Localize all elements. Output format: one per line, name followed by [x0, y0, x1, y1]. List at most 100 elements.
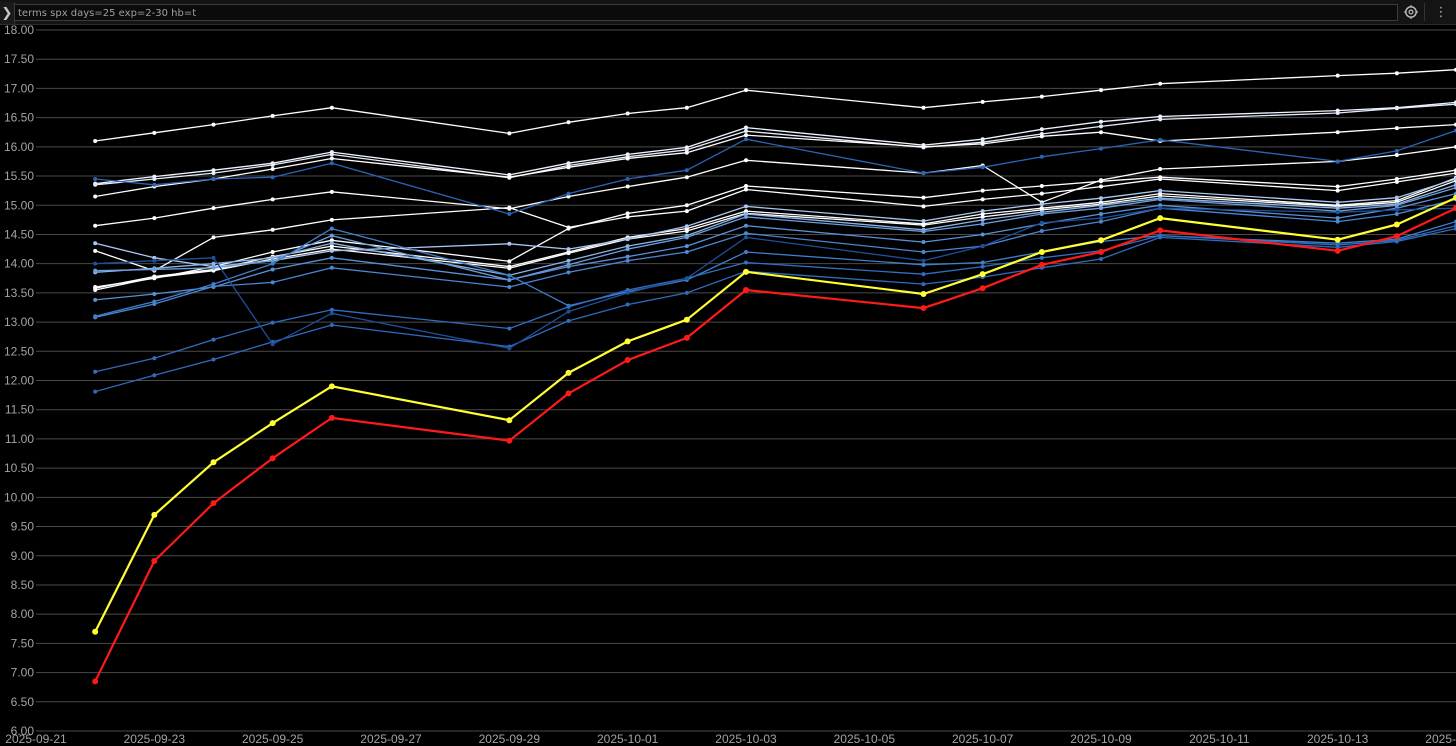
gear-icon[interactable] [1402, 3, 1420, 21]
data-point [1039, 94, 1044, 99]
chart-series [92, 67, 1456, 685]
data-point [506, 417, 513, 424]
series-line [94, 207, 1456, 682]
data-point [744, 231, 748, 236]
y-tick-label: 17.50 [4, 52, 34, 66]
data-point [980, 197, 985, 202]
data-point [211, 176, 216, 181]
term-structure-chart: 6.006.507.007.508.008.509.009.5010.0010.… [4, 24, 1456, 746]
data-point [625, 211, 630, 216]
data-point [1394, 207, 1399, 212]
data-point [329, 189, 334, 194]
data-point [565, 369, 572, 376]
x-tick-label: 2025-10-07 [952, 732, 1014, 746]
data-point [1158, 176, 1163, 181]
series-line [94, 196, 1456, 633]
data-point [152, 258, 157, 263]
y-axis-labels: 6.006.507.007.508.008.509.009.5010.0010.… [4, 24, 34, 738]
data-point [93, 241, 98, 246]
data-point [1335, 188, 1340, 193]
command-input[interactable]: terms spx days=25 exp=2-30 hb=t [14, 4, 1398, 21]
data-point [211, 261, 216, 266]
data-point [625, 237, 630, 242]
data-point [625, 290, 630, 295]
series-line [95, 227, 1456, 393]
data-point [152, 182, 157, 187]
data-point [980, 141, 985, 146]
data-point [1394, 212, 1399, 217]
data-point [1099, 146, 1103, 151]
y-tick-label: 16.50 [4, 111, 34, 125]
data-point [1335, 130, 1340, 135]
data-point [152, 299, 157, 304]
y-tick-label: 17.00 [4, 81, 34, 95]
data-point [921, 144, 926, 149]
data-point [93, 138, 98, 143]
x-tick-label: 2025-10-13 [1307, 732, 1369, 746]
data-point [152, 216, 157, 221]
data-point [744, 187, 748, 192]
data-point [566, 251, 571, 256]
data-point [270, 175, 275, 180]
data-point [1099, 212, 1103, 217]
data-point [329, 323, 334, 328]
y-tick-label: 13.00 [4, 315, 34, 329]
data-point [566, 318, 571, 323]
data-point [93, 194, 98, 199]
data-point [211, 265, 216, 270]
data-point [270, 320, 275, 325]
data-point [921, 249, 926, 254]
data-point [507, 266, 512, 271]
data-point [744, 137, 748, 142]
data-point [1335, 73, 1340, 78]
data-point [744, 235, 748, 240]
data-point [270, 342, 275, 347]
data-point [744, 183, 748, 188]
data-point [1394, 126, 1399, 131]
data-point [93, 248, 98, 253]
data-point [1158, 81, 1163, 86]
data-point [566, 165, 571, 170]
data-point [1157, 215, 1164, 222]
data-point [270, 261, 275, 266]
data-point [921, 223, 926, 228]
y-tick-label: 8.00 [11, 607, 35, 621]
data-point [1335, 210, 1340, 215]
data-point [1099, 124, 1103, 129]
data-point [92, 628, 99, 635]
data-point [507, 259, 512, 264]
data-point [684, 150, 689, 155]
vertical-ellipsis-icon[interactable]: ⋮ [1428, 3, 1454, 21]
y-tick-label: 7.50 [11, 636, 35, 650]
data-point [1335, 184, 1340, 189]
data-point [920, 305, 927, 312]
data-point [566, 258, 571, 263]
data-point [1158, 188, 1163, 193]
data-point [921, 258, 926, 263]
data-point [1039, 220, 1044, 225]
data-point [328, 383, 335, 390]
data-point [269, 420, 276, 427]
data-point [1039, 202, 1044, 207]
y-tick-label: 11.50 [5, 403, 34, 417]
data-point [744, 214, 748, 219]
data-point [566, 304, 571, 309]
data-point [1334, 236, 1341, 243]
data-point [210, 500, 217, 507]
data-point [566, 120, 571, 125]
data-point [921, 105, 926, 110]
data-point [1099, 119, 1103, 124]
data-point [683, 316, 690, 323]
data-point [329, 217, 334, 222]
data-point [507, 131, 512, 136]
data-point [93, 389, 98, 394]
data-point [921, 219, 926, 224]
chevron-right-icon[interactable]: ❯ [0, 2, 15, 24]
data-point [625, 247, 630, 252]
data-point [1158, 235, 1163, 240]
data-point [1039, 183, 1044, 188]
data-point [1099, 196, 1103, 201]
data-point [684, 249, 689, 254]
y-tick-label: 15.00 [4, 198, 34, 212]
data-point [921, 204, 926, 209]
